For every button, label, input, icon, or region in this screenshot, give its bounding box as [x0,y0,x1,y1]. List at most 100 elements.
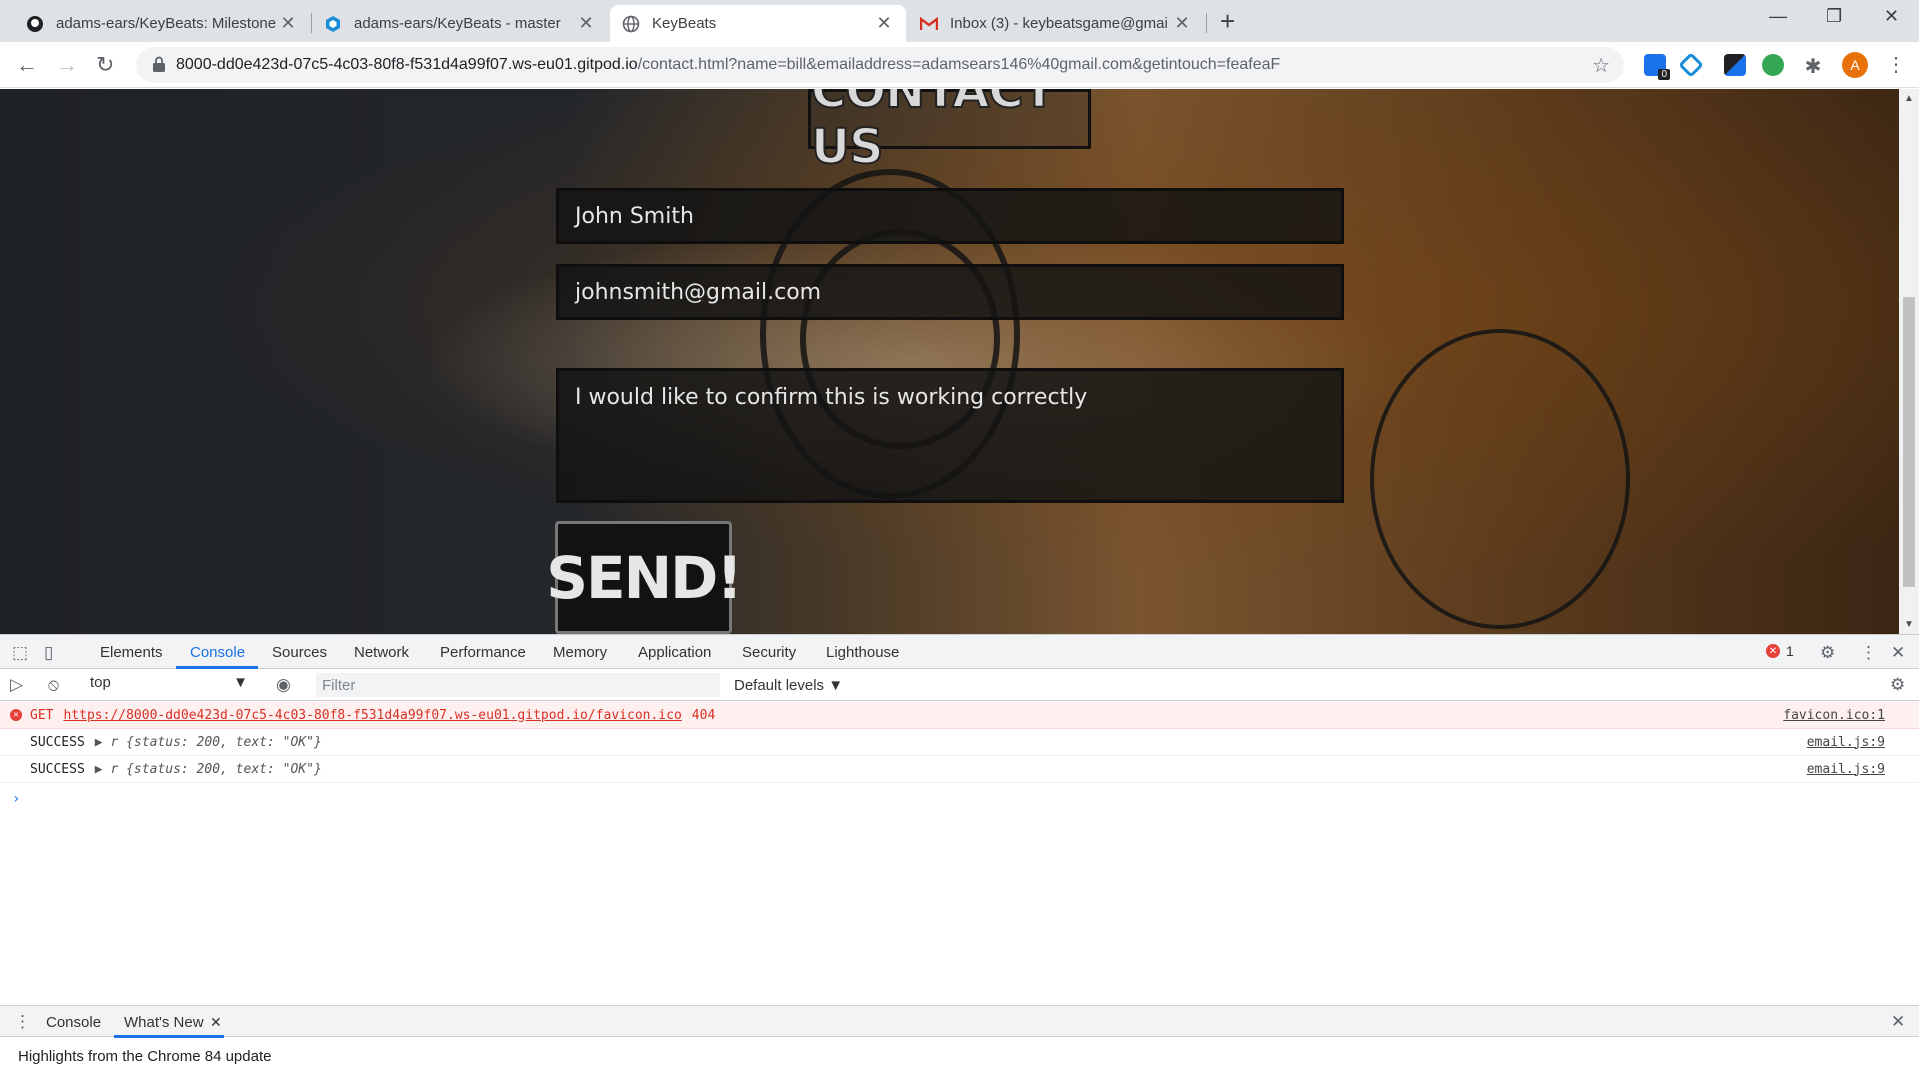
log-levels-dropdown[interactable]: Default levels ▼ [734,677,843,694]
tab-network[interactable]: Network [354,644,409,661]
tab-strip: adams-ears/KeyBeats: Milestone ✕ adams-e… [0,0,1919,42]
back-icon[interactable]: ← [16,52,38,78]
scroll-up-icon[interactable]: ▲ [1904,93,1914,104]
console-prompt-icon[interactable]: › [12,791,20,807]
address-bar[interactable]: 8000-dd0e423d-07c5-4c03-80f8-f531d4a99f0… [136,47,1624,83]
lock-icon [153,56,165,72]
browser-tab-keybeats[interactable]: KeyBeats ✕ [610,5,906,42]
gitpod-icon [324,15,342,33]
drawer-tab-whats-new[interactable]: What's New [124,1014,204,1031]
log-label: SUCCESS [30,734,85,750]
avatar[interactable]: A [1842,52,1868,78]
console-error-row: ✕ GET https://8000-dd0e423d-07c5-4c03-80… [0,702,1919,729]
sidebar-toggle-icon[interactable]: ▷ [10,675,23,695]
log-method: GET [30,707,54,723]
gitpod-extension-icon[interactable] [1678,52,1704,78]
tab-performance[interactable]: Performance [440,644,526,661]
extension-badge: 0 [1658,69,1670,80]
tab-title: adams-ears/KeyBeats - master [354,15,561,32]
page-viewport: CONTACT US John Smith johnsmith@gmail.co… [0,89,1899,634]
tab-security[interactable]: Security [742,644,796,661]
browser-toolbar: ← → ↻ 8000-dd0e423d-07c5-4c03-80f8-f531d… [0,42,1919,88]
forward-icon[interactable]: → [56,52,78,78]
page-scrollbar[interactable]: ▲ ▼ [1899,89,1919,634]
devtools-panel: ⬚ ▯ Elements Console Sources Network Per… [0,634,1919,1078]
window-close-icon[interactable]: ✕ [1884,6,1899,27]
drawer-menu-icon[interactable]: ⋮ [14,1012,31,1032]
page-title: CONTACT US [808,89,1091,176]
minimize-icon[interactable]: — [1769,6,1787,27]
error-icon: ✕ [10,709,22,721]
browser-tab-gitpod[interactable]: adams-ears/KeyBeats - master ✕ [312,5,608,42]
close-tab-icon[interactable]: ✕ [210,1014,222,1031]
close-tab-icon[interactable]: ✕ [576,13,596,34]
close-devtools-icon[interactable]: ✕ [1891,643,1905,663]
browser-menu-icon[interactable]: ⋮ [1886,52,1906,77]
pen-extension-icon[interactable] [1724,54,1746,76]
email-field[interactable]: johnsmith@gmail.com [556,264,1344,320]
inspect-icon[interactable]: ⬚ [12,643,28,663]
tab-application[interactable]: Application [638,644,711,661]
tab-title: Inbox (3) - keybeatsgame@gmai [950,15,1168,32]
devtools-menu-icon[interactable]: ⋮ [1860,643,1877,663]
tab-sources[interactable]: Sources [272,644,327,661]
console-filter-input[interactable]: Filter [316,673,720,697]
context-select[interactable]: top ▼ [82,674,254,696]
tab-lighthouse[interactable]: Lighthouse [826,644,899,661]
log-url-link[interactable]: https://8000-dd0e423d-07c5-4c03-80f8-f53… [63,708,681,723]
name-field[interactable]: John Smith [556,188,1344,244]
reload-icon[interactable]: ↻ [96,52,114,78]
drawer-tabbar: ⋮ Console What's New ✕ ✕ [0,1005,1919,1038]
close-tab-icon[interactable]: ✕ [874,13,894,34]
log-status-code: 404 [691,707,716,723]
error-count-badge[interactable]: ✕ 1 [1766,643,1794,659]
url-domain: 8000-dd0e423d-07c5-4c03-80f8-f531d4a99f0… [176,56,638,73]
scrollbar-thumb[interactable] [1903,297,1915,587]
clear-console-icon[interactable]: ⦸ [48,675,59,695]
puzzle-icon[interactable]: ✱ [1802,54,1824,78]
send-button[interactable]: SEND! [546,521,743,634]
settings-gear-icon[interactable]: ⚙ [1820,643,1835,663]
active-tab-indicator [114,1035,224,1038]
log-label: SUCCESS [30,761,85,777]
tab-memory[interactable]: Memory [553,644,607,661]
tab-elements[interactable]: Elements [100,644,163,661]
github-icon [26,15,44,33]
close-tab-icon[interactable]: ✕ [1172,13,1192,34]
drawer-tab-console[interactable]: Console [46,1014,101,1031]
console-settings-icon[interactable]: ⚙ [1890,675,1905,695]
console-filterbar: ▷ ⦸ top ▼ ◉ Filter Default levels ▼ ⚙ [0,669,1919,701]
close-tab-icon[interactable]: ✕ [278,13,298,34]
extension-icon[interactable]: 0 [1644,54,1670,80]
background-cable [1370,329,1630,629]
html-extension-icon[interactable] [1762,54,1784,76]
devtools-tabbar: ⬚ ▯ Elements Console Sources Network Per… [0,635,1919,669]
bookmark-star-icon[interactable]: ☆ [1592,53,1610,78]
tab-separator [1206,13,1207,33]
log-object[interactable]: ▶ r {status: 200, text: "OK"} [95,735,322,750]
url-path: /contact.html?name=bill&emailaddress=ada… [637,56,1281,73]
log-object[interactable]: ▶ r {status: 200, text: "OK"} [95,762,322,777]
device-toolbar-icon[interactable]: ▯ [44,643,53,663]
tab-title: KeyBeats [652,15,717,32]
log-source-link[interactable]: favicon.ico:1 [1783,708,1885,723]
error-icon: ✕ [1766,644,1780,658]
close-drawer-icon[interactable]: ✕ [1891,1012,1905,1032]
tab-title: adams-ears/KeyBeats: Milestone [56,15,277,32]
tab-console[interactable]: Console [190,644,245,661]
scroll-down-icon[interactable]: ▼ [1904,619,1914,630]
context-value: top [90,674,111,691]
browser-tab-gmail[interactable]: Inbox (3) - keybeatsgame@gmai ✕ [908,5,1204,42]
chevron-down-icon: ▼ [233,674,248,691]
log-source-link[interactable]: email.js:9 [1807,762,1885,777]
new-tab-icon[interactable]: + [1220,6,1235,37]
eye-icon[interactable]: ◉ [276,675,291,695]
console-log-row: SUCCESS ▶ r {status: 200, text: "OK"} em… [0,756,1919,783]
message-field[interactable]: I would like to confirm this is working … [556,368,1344,503]
log-source-link[interactable]: email.js:9 [1807,735,1885,750]
globe-icon [622,15,640,33]
restore-icon[interactable]: ❐ [1826,6,1842,27]
console-log-row: SUCCESS ▶ r {status: 200, text: "OK"} em… [0,729,1919,756]
browser-tab-github[interactable]: adams-ears/KeyBeats: Milestone ✕ [14,5,310,42]
whats-new-text: Highlights from the Chrome 84 update [18,1048,272,1065]
